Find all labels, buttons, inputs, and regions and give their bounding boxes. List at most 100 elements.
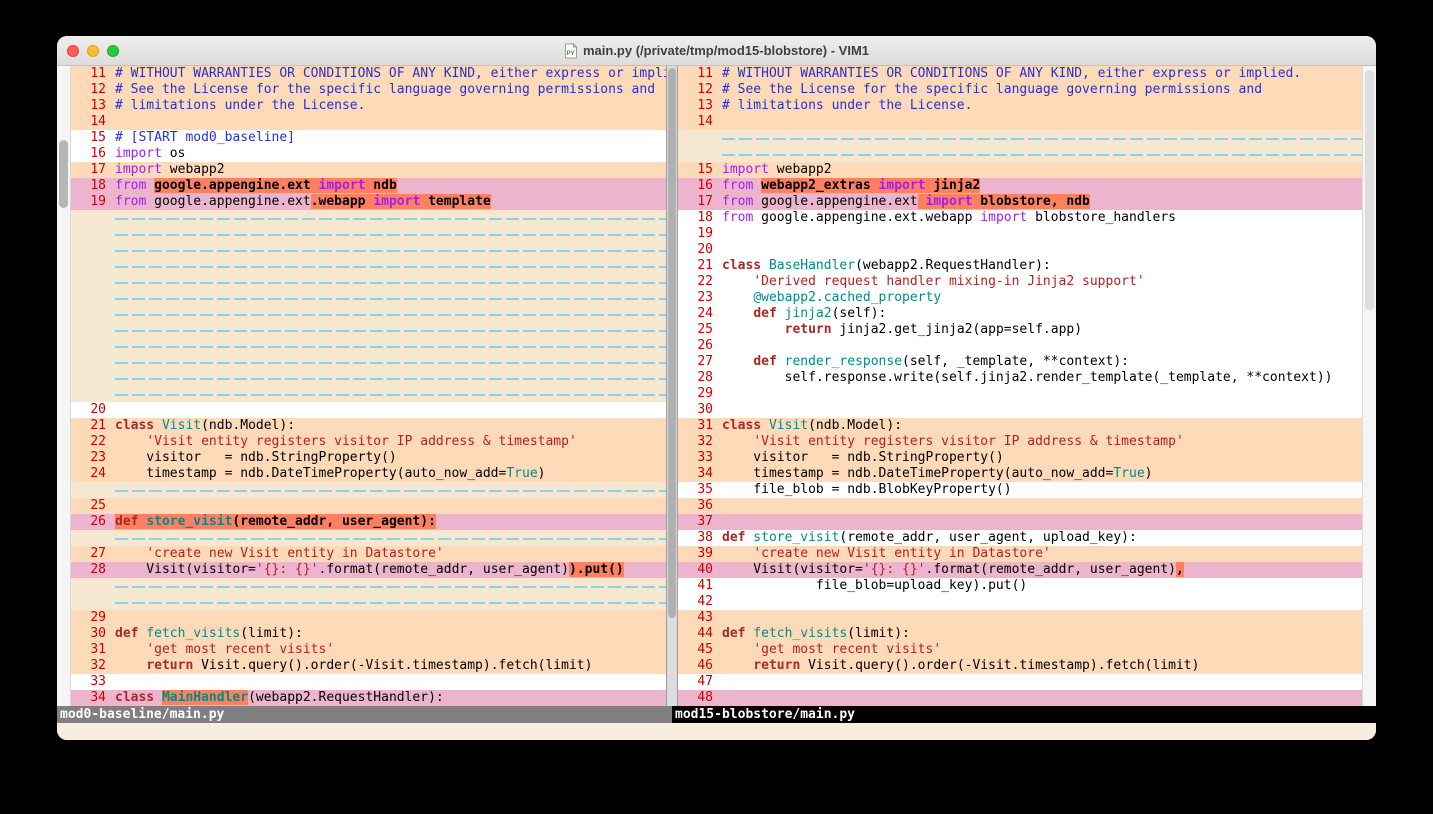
code-line[interactable]: 16import os [71, 146, 666, 162]
diff-filler-line[interactable] [71, 594, 666, 610]
line-number: 31 [678, 418, 722, 434]
code-line[interactable]: 40 Visit(visitor='{}: {}'.format(remote_… [678, 562, 1362, 578]
code-line[interactable]: 44def fetch_visits(limit): [678, 626, 1362, 642]
minimize-button[interactable] [87, 45, 99, 57]
diff-filler-line[interactable] [71, 338, 666, 354]
diff-filler-line[interactable] [71, 290, 666, 306]
code-line[interactable]: 15# [START mod0_baseline] [71, 130, 666, 146]
diff-filler-line[interactable] [71, 386, 666, 402]
code-line[interactable]: 25 [71, 498, 666, 514]
diff-filler-line[interactable] [71, 242, 666, 258]
code-line[interactable]: 21class Visit(ndb.Model): [71, 418, 666, 434]
code-line[interactable]: 29 [678, 386, 1362, 402]
code-line[interactable]: 27 def render_response(self, _template, … [678, 354, 1362, 370]
code-line[interactable]: 25 return jinja2.get_jinja2(app=self.app… [678, 322, 1362, 338]
diff-filler-line[interactable] [678, 146, 1362, 162]
diff-filler-line[interactable] [71, 306, 666, 322]
code-line[interactable]: 23 visitor = ndb.StringProperty() [71, 450, 666, 466]
code-line[interactable]: 18from google.appengine.ext import ndb [71, 178, 666, 194]
diff-filler-line[interactable] [71, 322, 666, 338]
right-scrollbar[interactable] [1362, 66, 1376, 706]
code-line[interactable]: 33 visitor = ndb.StringProperty() [678, 450, 1362, 466]
code-text: def render_response(self, _template, **c… [722, 354, 1362, 370]
code-line[interactable]: 34 timestamp = ndb.DateTimeProperty(auto… [678, 466, 1362, 482]
code-line[interactable]: 47 [678, 674, 1362, 690]
code-line[interactable]: 37 [678, 514, 1362, 530]
code-line[interactable]: 39 'create new Visit entity in Datastore… [678, 546, 1362, 562]
code-line[interactable]: 30def fetch_visits(limit): [71, 626, 666, 642]
left-diff-pane[interactable]: 11# WITHOUT WARRANTIES OR CONDITIONS OF … [71, 66, 666, 706]
desktop-background: { "window": { "title": "main.py (/privat… [0, 0, 1433, 814]
diff-filler-line[interactable] [71, 354, 666, 370]
code-line[interactable]: 21class BaseHandler(webapp2.RequestHandl… [678, 258, 1362, 274]
code-line[interactable]: 20 [71, 402, 666, 418]
code-line[interactable]: 19 [678, 226, 1362, 242]
code-line[interactable]: 22 'Derived request handler mixing-in Ji… [678, 274, 1362, 290]
code-line[interactable]: 18from google.appengine.ext.webapp impor… [678, 210, 1362, 226]
divider-scrollbar-thumb[interactable] [668, 68, 676, 618]
code-line[interactable]: 12# See the License for the specific lan… [71, 82, 666, 98]
code-line[interactable]: 27 'create new Visit entity in Datastore… [71, 546, 666, 562]
code-line[interactable]: 28 Visit(visitor='{}: {}'.format(remote_… [71, 562, 666, 578]
right-scrollbar-thumb[interactable] [1365, 70, 1374, 310]
left-scrollbar[interactable] [57, 66, 71, 706]
code-line[interactable]: 22 'Visit entity registers visitor IP ad… [71, 434, 666, 450]
code-line[interactable]: 13# limitations under the License. [678, 98, 1362, 114]
diff-filler-line[interactable] [678, 130, 1362, 146]
code-line[interactable]: 13# limitations under the License. [71, 98, 666, 114]
code-line[interactable]: 31 'get most recent visits' [71, 642, 666, 658]
diff-filler-line[interactable] [71, 482, 666, 498]
zoom-button[interactable] [107, 45, 119, 57]
code-line[interactable]: 33 [71, 674, 666, 690]
code-line[interactable]: 41 file_blob=upload_key).put() [678, 578, 1362, 594]
code-line[interactable]: 46 return Visit.query().order(-Visit.tim… [678, 658, 1362, 674]
right-diff-pane[interactable]: 11# WITHOUT WARRANTIES OR CONDITIONS OF … [678, 66, 1362, 706]
diff-filler-line[interactable] [71, 226, 666, 242]
left-scrollbar-thumb[interactable] [59, 140, 68, 208]
split-divider-scrollbar[interactable] [666, 66, 678, 706]
code-line[interactable]: 26 [678, 338, 1362, 354]
code-line[interactable]: 45 'get most recent visits' [678, 642, 1362, 658]
code-line[interactable]: 14 [71, 114, 666, 130]
diff-filler-line[interactable] [71, 370, 666, 386]
code-line[interactable]: 19from google.appengine.ext.webapp impor… [71, 194, 666, 210]
code-line[interactable]: 35 file_blob = ndb.BlobKeyProperty() [678, 482, 1362, 498]
code-line[interactable]: 11# WITHOUT WARRANTIES OR CONDITIONS OF … [71, 66, 666, 82]
line-number: 33 [71, 674, 115, 690]
code-line[interactable]: 11# WITHOUT WARRANTIES OR CONDITIONS OF … [678, 66, 1362, 82]
code-line[interactable]: 20 [678, 242, 1362, 258]
code-line[interactable]: 24 def jinja2(self): [678, 306, 1362, 322]
diff-filler-line[interactable] [71, 274, 666, 290]
code-line[interactable]: 43 [678, 610, 1362, 626]
command-line[interactable] [57, 723, 1376, 740]
diff-filler-line[interactable] [71, 578, 666, 594]
diff-filler-line[interactable] [71, 258, 666, 274]
code-line[interactable]: 42 [678, 594, 1362, 610]
code-line[interactable]: 36 [678, 498, 1362, 514]
code-line[interactable]: 17import webapp2 [71, 162, 666, 178]
code-line[interactable]: 32 return Visit.query().order(-Visit.tim… [71, 658, 666, 674]
diff-filler-line[interactable] [71, 530, 666, 546]
code-text: 'Visit entity registers visitor IP addre… [115, 434, 666, 450]
close-button[interactable] [67, 45, 79, 57]
code-line[interactable]: 15import webapp2 [678, 162, 1362, 178]
code-line[interactable]: 48 [678, 690, 1362, 706]
code-line[interactable]: 30 [678, 402, 1362, 418]
code-line[interactable]: 14 [678, 114, 1362, 130]
code-line[interactable]: 23 @webapp2.cached_property [678, 290, 1362, 306]
code-line[interactable]: 29 [71, 610, 666, 626]
line-number: 45 [678, 642, 722, 658]
code-line[interactable]: 26def store_visit(remote_addr, user_agen… [71, 514, 666, 530]
code-line[interactable]: 24 timestamp = ndb.DateTimeProperty(auto… [71, 466, 666, 482]
code-line[interactable]: 12# See the License for the specific lan… [678, 82, 1362, 98]
diff-filler-line[interactable] [71, 210, 666, 226]
code-line[interactable]: 34class MainHandler(webapp2.RequestHandl… [71, 690, 666, 706]
code-line[interactable]: 17from google.appengine.ext import blobs… [678, 194, 1362, 210]
code-line[interactable]: 31class Visit(ndb.Model): [678, 418, 1362, 434]
code-line[interactable]: 38def store_visit(remote_addr, user_agen… [678, 530, 1362, 546]
window-titlebar[interactable]: PY main.py (/private/tmp/mod15-blobstore… [57, 36, 1376, 66]
code-line[interactable]: 28 self.response.write(self.jinja2.rende… [678, 370, 1362, 386]
code-line[interactable]: 32 'Visit entity registers visitor IP ad… [678, 434, 1362, 450]
code-text: # See the License for the specific langu… [115, 82, 666, 98]
code-line[interactable]: 16from webapp2_extras import jinja2 [678, 178, 1362, 194]
